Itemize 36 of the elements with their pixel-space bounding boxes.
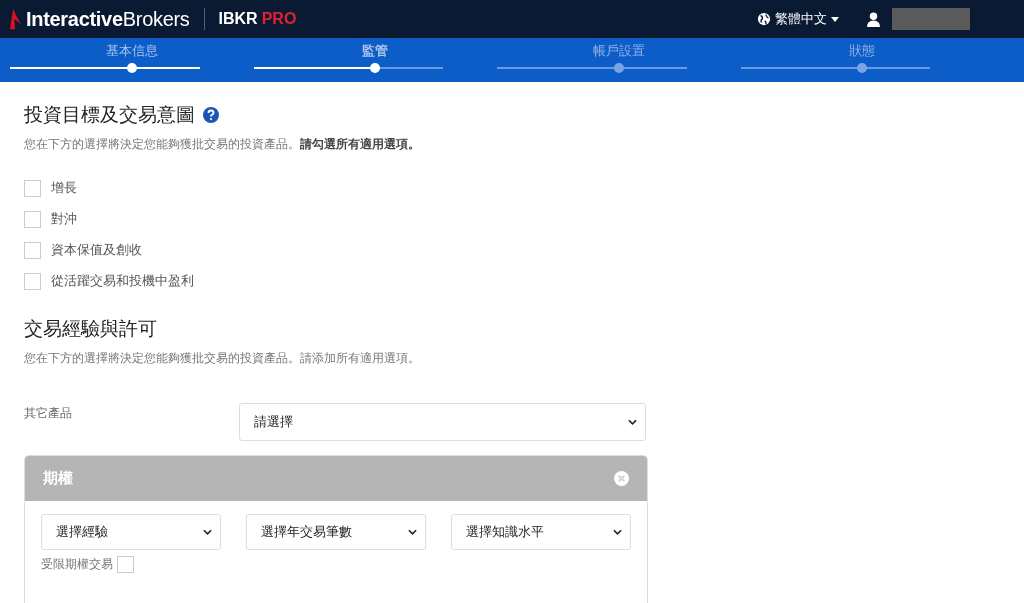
- dropdown[interactable]: 選擇經驗: [41, 514, 221, 550]
- checkbox[interactable]: [117, 556, 134, 573]
- checkbox[interactable]: [24, 241, 41, 259]
- chevron-down-icon: [203, 529, 212, 535]
- globe-icon: [757, 12, 771, 26]
- dropdown[interactable]: 選擇年交易筆數: [246, 514, 426, 550]
- step-label[interactable]: 基本信息: [105, 42, 158, 60]
- chevron-down-icon: [628, 419, 637, 425]
- section-title: 投資目標及交易意圖: [24, 102, 195, 127]
- language-menu[interactable]: 繁體中文: [757, 10, 839, 28]
- checkbox[interactable]: [24, 179, 41, 197]
- panel-title: 期權: [43, 469, 73, 488]
- product-tier-label: PRO: [261, 10, 297, 28]
- brand-logo-text: InteractiveBrokers: [26, 7, 190, 31]
- products-dropdown[interactable]: 請選擇: [239, 403, 646, 441]
- flame-logo-icon: [10, 8, 22, 30]
- option-label: 資本保值及創收: [51, 241, 142, 259]
- user-icon[interactable]: [867, 11, 880, 27]
- chevron-down-icon: [613, 529, 622, 535]
- field-label: 其它產品: [24, 405, 73, 422]
- checkbox-label: 受限期權交易: [41, 556, 113, 573]
- section-description: 您在下方的選擇將決定您能夠獲批交易的投資產品。請勾選所有適用選項。: [24, 136, 421, 153]
- dropdown[interactable]: 選擇知識水平: [451, 514, 631, 550]
- section-title: 交易經驗與許可: [24, 316, 158, 341]
- option-label: 增長: [51, 179, 77, 197]
- close-icon[interactable]: [614, 471, 629, 486]
- section-description: 您在下方的選擇將決定您能夠獲批交易的投資產品。請添加所有適用選項。: [24, 350, 421, 367]
- checkbox[interactable]: [24, 210, 41, 228]
- caret-icon: [831, 16, 839, 22]
- chevron-down-icon: [408, 529, 417, 535]
- checkbox[interactable]: [24, 272, 41, 290]
- product-name: IBKR: [218, 10, 258, 28]
- help-icon[interactable]: [203, 107, 219, 123]
- option-label: 從活躍交易和投機中盈利: [51, 272, 194, 290]
- option-label: 對沖: [51, 210, 77, 228]
- step-label[interactable]: 監管: [362, 42, 389, 60]
